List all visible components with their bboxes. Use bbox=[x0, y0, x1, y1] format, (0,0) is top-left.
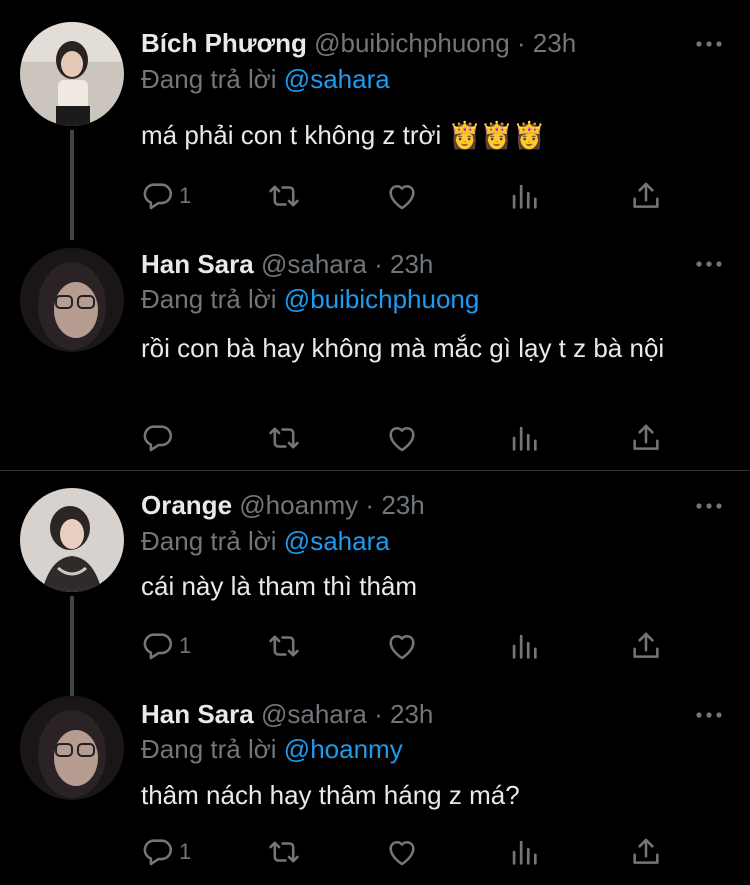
tweet[interactable]: Bích Phương @buibichphuong · 23h Đang tr… bbox=[0, 0, 750, 240]
share-button[interactable] bbox=[629, 418, 663, 458]
timestamp[interactable]: 23h bbox=[533, 28, 576, 58]
reply-icon bbox=[141, 179, 175, 213]
retweet-button[interactable] bbox=[267, 832, 301, 872]
timestamp[interactable]: 23h bbox=[390, 249, 433, 279]
reply-icon bbox=[141, 629, 175, 663]
like-icon bbox=[385, 179, 419, 213]
reply-mention[interactable]: @sahara bbox=[284, 526, 390, 556]
reply-button[interactable]: 1 bbox=[141, 832, 191, 872]
views-button[interactable] bbox=[507, 832, 541, 872]
timestamp[interactable]: 23h bbox=[390, 699, 433, 729]
like-button[interactable] bbox=[385, 418, 419, 458]
tweet-actions bbox=[141, 418, 701, 458]
replying-to: Đang trả lời @buibichphuong bbox=[141, 284, 479, 314]
retweet-icon bbox=[267, 835, 301, 869]
views-icon bbox=[507, 835, 541, 869]
share-button[interactable] bbox=[629, 626, 663, 666]
display-name[interactable]: Bích Phương bbox=[141, 28, 307, 58]
replying-to: Đang trả lời @hoanmy bbox=[141, 734, 403, 764]
share-icon bbox=[629, 421, 663, 455]
more-icon[interactable] bbox=[694, 710, 724, 720]
reply-button[interactable]: 1 bbox=[141, 626, 191, 666]
share-icon bbox=[629, 179, 663, 213]
tweet-header: Han Sara @sahara · 23h bbox=[141, 249, 433, 279]
display-name[interactable]: Han Sara bbox=[141, 249, 254, 279]
tweet[interactable]: Han Sara @sahara · 23h Đang trả lời @hoa… bbox=[0, 686, 750, 885]
thread-line bbox=[70, 130, 74, 240]
tweet-text: má phải con t không z trời 👸👸👸 bbox=[141, 120, 546, 150]
replying-to-label: Đang trả lời bbox=[141, 64, 277, 94]
reply-mention[interactable]: @buibichphuong bbox=[284, 284, 480, 314]
views-icon bbox=[507, 179, 541, 213]
tweet-actions: 1 bbox=[141, 176, 701, 216]
tweet[interactable]: Han Sara @sahara · 23h Đang trả lời @bui… bbox=[0, 235, 750, 470]
tweet-actions: 1 bbox=[141, 832, 701, 872]
tweet-header: Han Sara @sahara · 23h bbox=[141, 699, 433, 729]
separator-dot: · bbox=[516, 28, 526, 58]
like-icon bbox=[385, 835, 419, 869]
separator-dot: · bbox=[365, 490, 375, 520]
retweet-button[interactable] bbox=[267, 418, 301, 458]
tweet-text: rồi con bà hay không mà mắc gì lạy t z b… bbox=[141, 333, 665, 363]
views-icon bbox=[507, 421, 541, 455]
tweet-header: Bích Phương @buibichphuong · 23h bbox=[141, 28, 576, 58]
tweet-header: Orange @hoanmy · 23h bbox=[141, 490, 425, 520]
like-button[interactable] bbox=[385, 832, 419, 872]
separator-dot: · bbox=[374, 699, 383, 729]
user-handle[interactable]: @hoanmy bbox=[239, 490, 358, 520]
more-icon[interactable] bbox=[694, 501, 724, 511]
replying-to-label: Đang trả lời bbox=[141, 526, 277, 556]
views-button[interactable] bbox=[507, 626, 541, 666]
avatar[interactable] bbox=[20, 248, 124, 352]
like-button[interactable] bbox=[385, 626, 419, 666]
views-button[interactable] bbox=[507, 418, 541, 458]
display-name[interactable]: Han Sara bbox=[141, 699, 254, 729]
views-icon bbox=[507, 629, 541, 663]
retweet-button[interactable] bbox=[267, 176, 301, 216]
display-name[interactable]: Orange bbox=[141, 490, 232, 520]
replying-to: Đang trả lời @sahara bbox=[141, 526, 390, 556]
reply-button[interactable] bbox=[141, 418, 179, 458]
reply-count: 1 bbox=[179, 633, 192, 658]
reply-count: 1 bbox=[179, 839, 192, 864]
tweet-text: cái này là tham thì thâm bbox=[141, 571, 418, 601]
user-handle[interactable]: @buibichphuong bbox=[314, 28, 510, 58]
share-icon bbox=[629, 629, 663, 663]
avatar[interactable] bbox=[20, 488, 124, 592]
reply-icon bbox=[141, 835, 175, 869]
thread-line bbox=[70, 596, 74, 696]
tweet[interactable]: Orange @hoanmy · 23h Đang trả lời @sahar… bbox=[0, 471, 750, 696]
replying-to-label: Đang trả lời bbox=[141, 734, 277, 764]
timestamp[interactable]: 23h bbox=[381, 490, 424, 520]
user-handle[interactable]: @sahara bbox=[261, 249, 367, 279]
more-icon[interactable] bbox=[694, 39, 724, 49]
retweet-icon bbox=[267, 179, 301, 213]
tweet-actions: 1 bbox=[141, 626, 701, 666]
reply-count: 1 bbox=[179, 183, 192, 208]
avatar[interactable] bbox=[20, 696, 124, 800]
user-handle[interactable]: @sahara bbox=[261, 699, 367, 729]
like-icon bbox=[385, 629, 419, 663]
retweet-icon bbox=[267, 421, 301, 455]
like-icon bbox=[385, 421, 419, 455]
retweet-icon bbox=[267, 629, 301, 663]
more-icon[interactable] bbox=[694, 259, 724, 269]
tweet-text: thâm nách hay thâm háng z má? bbox=[141, 780, 520, 810]
like-button[interactable] bbox=[385, 176, 419, 216]
avatar[interactable] bbox=[20, 22, 124, 126]
replying-to: Đang trả lời @sahara bbox=[141, 64, 390, 94]
replying-to-label: Đang trả lời bbox=[141, 284, 277, 314]
share-button[interactable] bbox=[629, 832, 663, 872]
share-button[interactable] bbox=[629, 176, 663, 216]
reply-mention[interactable]: @sahara bbox=[284, 64, 390, 94]
reply-button[interactable]: 1 bbox=[141, 176, 191, 216]
reply-mention[interactable]: @hoanmy bbox=[284, 734, 403, 764]
share-icon bbox=[629, 835, 663, 869]
views-button[interactable] bbox=[507, 176, 541, 216]
retweet-button[interactable] bbox=[267, 626, 301, 666]
reply-icon bbox=[141, 421, 175, 455]
separator-dot: · bbox=[374, 249, 383, 279]
